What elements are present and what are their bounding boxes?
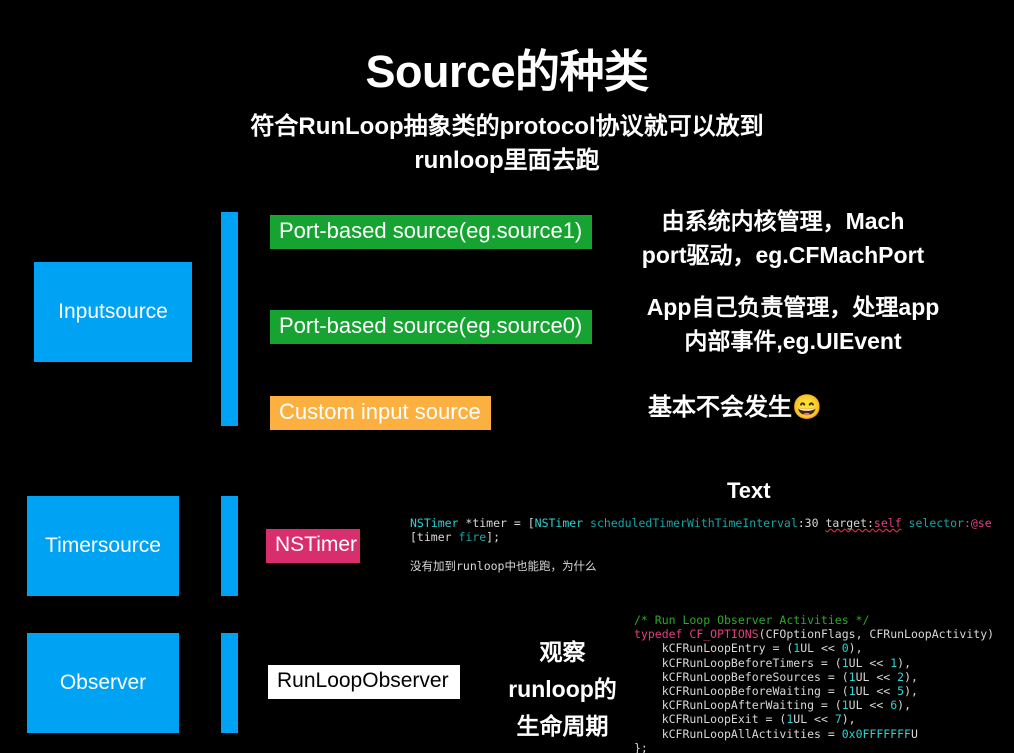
connector-bar-observer xyxy=(221,633,238,733)
code-token-block-end: }; xyxy=(634,740,648,753)
subtitle-line-1: 符合RunLoop抽象类的protocol协议就可以放到 xyxy=(250,113,764,140)
page-subtitle: 符合RunLoop抽象类的protocol协议就可以放到 runloop里面去跑 xyxy=(157,110,857,178)
slide-canvas: Source的种类 符合RunLoop抽象类的protocol协议就可以放到 r… xyxy=(0,0,1014,753)
code-token-before-timers-shift: UL << xyxy=(848,655,891,670)
code-token-nstimer-type: NSTimer xyxy=(410,516,459,530)
code-token-star-timer: *timer = [ xyxy=(458,516,535,530)
code-token-before-sources-close: ), xyxy=(904,669,918,684)
chip-label-source0: Port-based source(eg.source0) xyxy=(279,313,583,338)
category-box-inputsource[interactable]: Inputsource xyxy=(34,262,192,362)
category-label-inputsource: Inputsource xyxy=(58,300,168,323)
chip-label-runloopobserver: RunLoopObserver xyxy=(277,669,449,692)
code-token-after-waiting-one: 1 xyxy=(841,698,849,713)
code-token-before-sources-shift: UL << xyxy=(855,669,898,684)
code-token-fire-close: ]; xyxy=(486,530,501,545)
code-block-runloop-activities: /* Run Loop Observer Activities */ typed… xyxy=(634,613,1014,753)
category-label-observer: Observer xyxy=(59,671,147,694)
code-token-exit-bit: 7 xyxy=(834,712,842,727)
code-token-nstimer-class: NSTimer xyxy=(534,516,584,530)
code-token-interval-value: :30 xyxy=(797,516,826,530)
code-token-before-waiting-close: ), xyxy=(904,684,918,699)
connector-bar-timersource xyxy=(221,496,238,596)
code-token-after-waiting-close: ), xyxy=(897,698,911,713)
code-token-cf-options: CF_OPTIONS xyxy=(689,627,759,642)
code-token-entry-close: ), xyxy=(848,641,863,656)
description-mach-port: 由系统内核管理，Mach port驱动，eg.CFMachPort xyxy=(641,208,925,268)
code-token-exit-name: kCFRunLoopExit = ( xyxy=(634,712,787,727)
code-token-before-waiting-name: kCFRunLoopBeforeWaiting = ( xyxy=(634,684,849,699)
category-label-timersource: Timersource xyxy=(45,534,161,557)
code-token-entry-name: kCFRunLoopEntry = ( xyxy=(634,641,794,656)
chip-label-custom-input-source: Custom input source xyxy=(279,399,481,424)
description-rarely-happens: 基本不会发生😄 xyxy=(648,394,822,421)
code-token-fire-open: [timer xyxy=(410,530,459,545)
description-uievent: App自己负责管理，处理app 内部事件,eg.UIEvent xyxy=(646,294,940,354)
code-token-before-waiting-shift: UL << xyxy=(855,684,898,699)
code-token-after-waiting-name: kCFRunLoopAfterWaiting = ( xyxy=(634,698,842,713)
code-token-activities-comment: /* Run Loop Observer Activities */ xyxy=(634,613,870,627)
chip-nstimer[interactable]: NSTimer xyxy=(266,529,360,563)
subtitle-line-2: runloop里面去跑 xyxy=(414,147,600,174)
code-token-all-activities-hex: 0x0FFFFFFF xyxy=(841,726,911,741)
chip-runloopobserver[interactable]: RunLoopObserver xyxy=(268,665,460,699)
code-token-before-sources-one: 1 xyxy=(848,669,856,684)
section-label-text: Text xyxy=(727,478,771,503)
code-token-before-timers-one: 1 xyxy=(841,655,849,670)
category-box-timersource[interactable]: Timersource xyxy=(27,496,179,596)
code-token-entry-shift: UL << xyxy=(800,641,842,656)
code-token-selector-value: :@se xyxy=(963,516,992,530)
connector-bar-inputsource xyxy=(221,212,238,426)
chip-label-nstimer: NSTimer xyxy=(275,533,358,556)
code-token-selector-keyword: selector xyxy=(901,516,964,530)
chip-custom-input-source[interactable]: Custom input source xyxy=(270,396,491,430)
code-token-before-sources-name: kCFRunLoopBeforeSources = ( xyxy=(634,669,849,684)
code-token-before-timers-name: kCFRunLoopBeforeTimers = ( xyxy=(634,655,842,670)
code-token-before-waiting-one: 1 xyxy=(848,684,856,699)
code-token-entry-bit: 0 xyxy=(841,641,849,656)
chip-port-based-source1[interactable]: Port-based source(eg.source1) xyxy=(270,215,592,249)
code-token-scheduled-selector: scheduledTimerWithTimeInterval xyxy=(583,516,798,530)
code-token-exit-shift: UL << xyxy=(793,712,835,727)
code-token-self-keyword: self xyxy=(873,516,902,530)
category-box-observer[interactable]: Observer xyxy=(27,633,179,733)
chip-port-based-source0[interactable]: Port-based source(eg.source0) xyxy=(270,310,592,344)
code-token-after-waiting-shift: UL << xyxy=(848,698,891,713)
code-token-exit-close: ), xyxy=(841,712,856,727)
page-title: Source的种类 xyxy=(365,46,649,97)
code-note-timer: 没有加到runloop中也能跑，为什么 xyxy=(410,558,597,573)
code-token-typedef: typedef xyxy=(634,627,690,642)
chip-label-source1: Port-based source(eg.source1) xyxy=(279,218,583,243)
code-token-before-timers-close: ), xyxy=(897,655,911,670)
code-token-cf-options-args: (CFOptionFlags, CFRunLoopActivity) xyxy=(758,627,995,642)
code-token-target-keyword: target: xyxy=(825,516,874,530)
code-token-fire-method: fire xyxy=(458,530,487,545)
description-observer-lifecycle: 观察 runloop的 生命周期 xyxy=(508,639,617,739)
code-token-all-activities-suffix: U xyxy=(910,726,918,741)
code-block-nstimer: NSTimer *timer = [NSTimer scheduledTimer… xyxy=(410,516,1014,586)
code-token-all-activities-name: kCFRunLoopAllActivities = xyxy=(634,726,842,741)
